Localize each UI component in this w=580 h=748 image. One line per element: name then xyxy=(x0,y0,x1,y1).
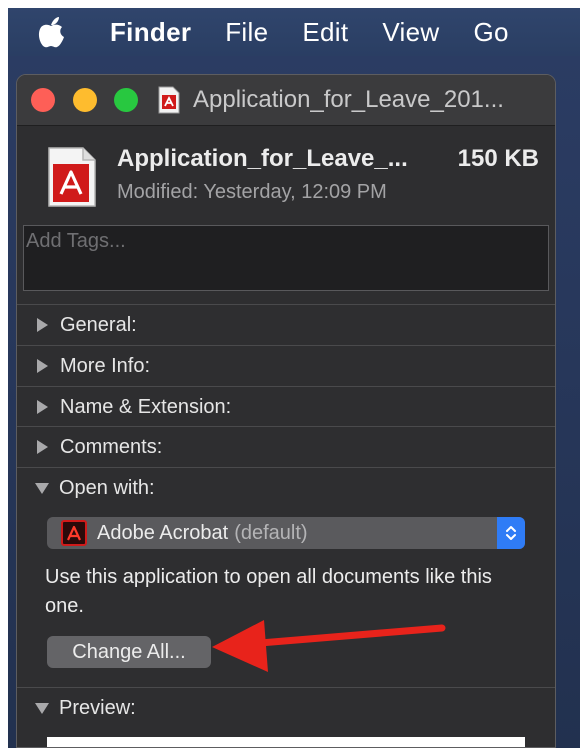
section-general[interactable]: General: xyxy=(17,304,555,345)
modified-label: Modified: xyxy=(117,181,199,203)
open-with-app-select[interactable]: Adobe Acrobat (default) xyxy=(47,517,525,549)
apple-logo-icon[interactable] xyxy=(36,15,66,49)
file-header: Application_for_Leave_... 150 KB Modifie… xyxy=(17,126,555,226)
modified-info: Modified: Yesterday, 12:09 PM xyxy=(117,181,387,204)
menu-go[interactable]: Go xyxy=(473,17,508,48)
tags-input[interactable] xyxy=(24,226,526,253)
disclosure-triangle-down-icon[interactable] xyxy=(35,702,49,714)
section-name-extension-label: Name & Extension: xyxy=(60,395,232,418)
menu-file[interactable]: File xyxy=(225,17,268,48)
section-more-info[interactable]: More Info: xyxy=(17,345,555,386)
zoom-window-button[interactable] xyxy=(114,88,138,112)
pdf-title-icon xyxy=(158,86,180,121)
section-comments-label: Comments: xyxy=(60,435,163,458)
file-name: Application_for_Leave_... xyxy=(117,145,408,172)
section-more-info-label: More Info: xyxy=(60,354,151,377)
section-preview-label: Preview: xyxy=(59,696,136,719)
section-name-extension[interactable]: Name & Extension: xyxy=(17,386,555,427)
disclosure-triangle-right-icon[interactable] xyxy=(37,400,48,414)
annotation-arrow-icon xyxy=(190,600,450,685)
menu-finder[interactable]: Finder xyxy=(110,17,191,48)
menu-view[interactable]: View xyxy=(382,17,439,48)
default-tag: (default) xyxy=(234,521,308,544)
section-open-with-label: Open with: xyxy=(59,476,155,499)
disclosure-triangle-down-icon[interactable] xyxy=(35,482,49,494)
menu-bar: Finder File Edit View Go xyxy=(8,8,580,56)
preview-thumbnail xyxy=(47,737,525,747)
menu-edit[interactable]: Edit xyxy=(302,17,348,48)
minimize-window-button[interactable] xyxy=(73,88,97,112)
disclosure-triangle-right-icon[interactable] xyxy=(37,318,48,332)
disclosure-triangle-right-icon[interactable] xyxy=(37,359,48,373)
disclosure-triangle-right-icon[interactable] xyxy=(37,440,48,454)
close-window-button[interactable] xyxy=(31,88,55,112)
modified-value: Yesterday, 12:09 PM xyxy=(203,181,387,203)
section-general-label: General: xyxy=(60,313,137,336)
file-size: 150 KB xyxy=(457,145,539,172)
app-name: Adobe Acrobat xyxy=(97,521,229,544)
section-open-with[interactable]: Open with: xyxy=(17,467,555,508)
change-all-button[interactable]: Change All... xyxy=(47,636,211,668)
section-preview[interactable]: Preview: xyxy=(17,687,555,728)
window-title: Application_for_Leave_201... xyxy=(193,86,504,113)
window-titlebar[interactable]: Application_for_Leave_201... xyxy=(17,75,555,126)
popup-chevron-icon[interactable] xyxy=(497,517,525,549)
tags-field[interactable] xyxy=(23,225,549,291)
section-comments[interactable]: Comments: xyxy=(17,426,555,467)
pdf-document-icon xyxy=(47,146,97,213)
acrobat-app-icon xyxy=(61,520,87,546)
